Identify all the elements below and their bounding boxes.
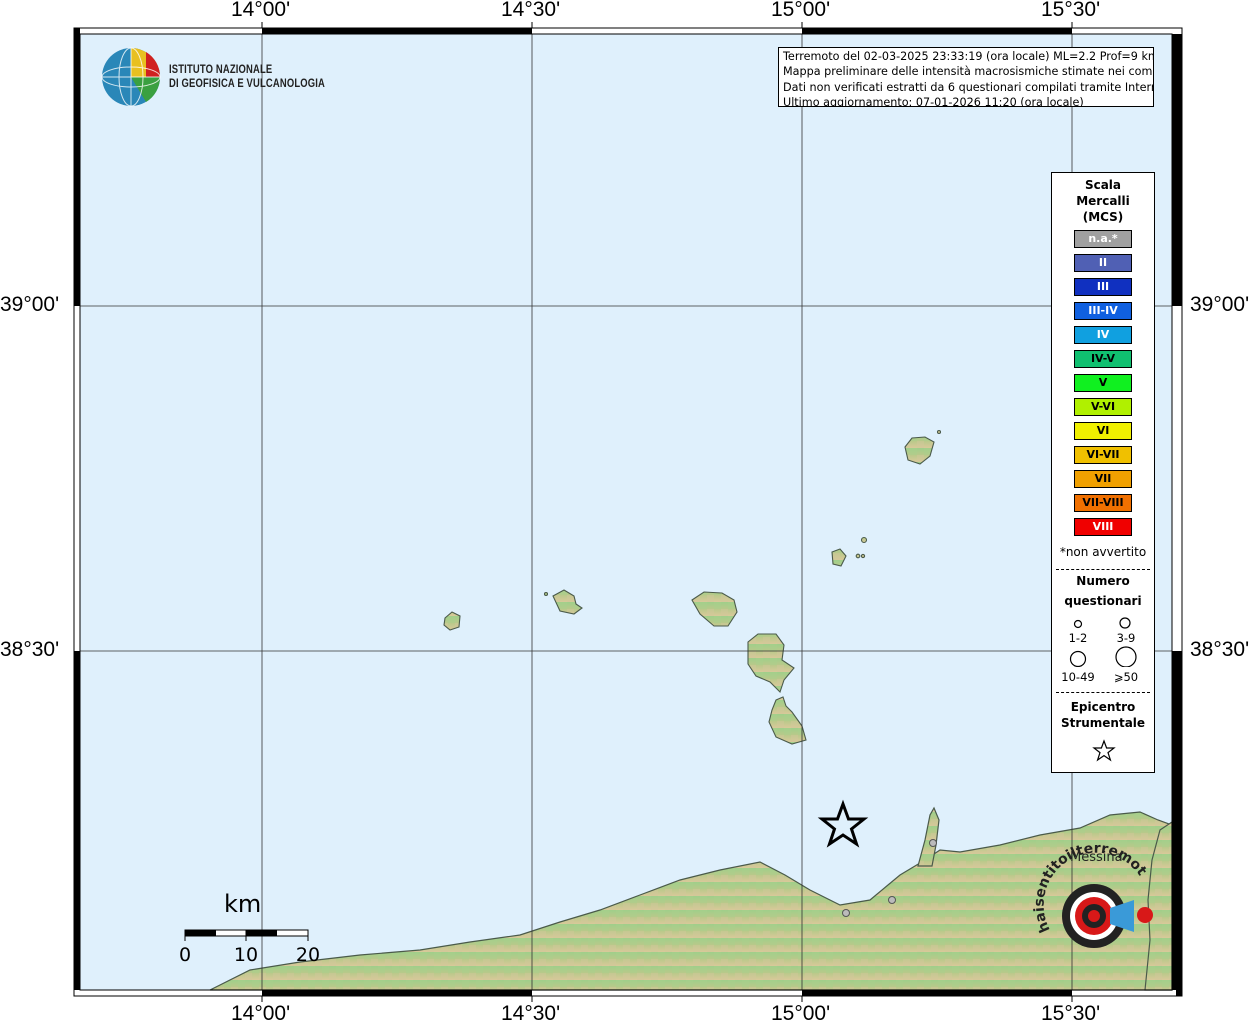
count-title-1: Numero (1076, 574, 1130, 588)
count-label-2: 3-9 (1116, 631, 1136, 645)
ingv-logo-icon (101, 47, 161, 107)
scale-bar-tick-10: 10 (233, 944, 259, 966)
legend-class-swatch: VI (1074, 422, 1132, 440)
lat-tick-right-1: 39°00' (1190, 293, 1250, 316)
event-info-line-3: Dati non verificati estratti da 6 questi… (783, 80, 1154, 94)
legend-star-icon (1092, 739, 1116, 762)
ingv-logo-text: ISTITUTO NAZIONALE DI GEOFISICA E VULCAN… (169, 63, 325, 91)
islet-5 (543, 591, 549, 597)
lon-tick-bottom-1: 14°00' (231, 1002, 291, 1025)
legend-class-swatch: II (1074, 254, 1132, 272)
scale-bar-tick-0: 0 (178, 944, 192, 966)
islet-1 (936, 429, 942, 435)
lat-tick-right-2: 38°30' (1190, 638, 1250, 661)
count-label-1: 1-2 (1068, 631, 1088, 645)
event-info-box: Terremoto del 02-03-2025 23:33:19 (ora l… (778, 47, 1154, 107)
count-circle-medium (1119, 617, 1131, 629)
city-label-messina: Messina (1070, 850, 1123, 865)
legend-class-swatch: III-IV (1074, 302, 1132, 320)
event-info-line-2: Mappa preliminare delle intensità macros… (783, 65, 1154, 79)
lon-tick-top-1: 14°00' (231, 0, 291, 21)
legend-class-swatch: VII (1074, 470, 1132, 488)
lon-tick-top-3: 15°00' (771, 0, 831, 21)
legend-separator-2 (1056, 692, 1150, 693)
legend-title: Scala Mercalli (MCS) (1052, 177, 1154, 225)
ingv-line-1: ISTITUTO NAZIONALE (169, 64, 273, 76)
scale-bar-unit: km (224, 890, 262, 918)
event-info-line-1: Terremoto del 02-03-2025 23:33:19 (ora l… (783, 50, 1154, 63)
event-info-line-4: Ultimo aggiornamento: 07-01-2026 11:20 (… (783, 95, 1084, 107)
count-label-4: ⩾50 (1113, 670, 1139, 684)
lon-tick-top-4: 15°30' (1041, 0, 1101, 21)
ingv-line-2: DI GEOFISICA E VULCANOLOGIA (169, 78, 326, 90)
lat-tick-left-2: 38°30' (0, 638, 60, 661)
legend-class-swatch: III (1074, 278, 1132, 296)
count-label-3: 10-49 (1061, 670, 1095, 684)
islet-3 (855, 553, 861, 559)
legend-class-swatch: IV-V (1074, 350, 1132, 368)
legend-class-swatch: VIII (1074, 518, 1132, 536)
legend-class-swatch: VI-VII (1074, 446, 1132, 464)
legend-class-swatch: V (1074, 374, 1132, 392)
legend-title-1: Scala (1084, 178, 1122, 192)
legend-class-swatch: n.a.* (1074, 230, 1132, 248)
legend-class-swatch: VII-VIII (1074, 494, 1132, 512)
islet-2 (860, 536, 868, 544)
epicenter-title-1: Epicentro (1070, 700, 1136, 714)
count-circle-xlarge (1115, 646, 1137, 667)
islet-4 (860, 553, 866, 559)
count-circle-large (1069, 650, 1087, 667)
count-circle-small (1073, 619, 1083, 629)
legend-separator-1 (1056, 569, 1150, 570)
lon-tick-bottom-3: 15°00' (771, 1002, 831, 1025)
scale-bar-tick-20: 20 (295, 944, 321, 966)
intensity-legend: Scala Mercalli (MCS) n.a.* II III III-IV IV I… (1051, 172, 1155, 773)
legend-note: *non avvertito (1059, 545, 1147, 559)
lon-tick-top-2: 14°30' (501, 0, 561, 21)
epicenter-title-2: Strumentale (1060, 716, 1146, 730)
lon-tick-bottom-4: 15°30' (1041, 1002, 1101, 1025)
legend-title-2: Mercalli (1076, 194, 1130, 208)
count-title-2: questionari (1064, 594, 1142, 608)
legend-title-3: (MCS) (1082, 210, 1124, 224)
legend-class-swatch: IV (1074, 326, 1132, 344)
lon-tick-bottom-2: 14°30' (501, 1002, 561, 1025)
lat-tick-left-1: 39°00' (0, 293, 60, 316)
legend-class-swatch: V-VI (1074, 398, 1132, 416)
